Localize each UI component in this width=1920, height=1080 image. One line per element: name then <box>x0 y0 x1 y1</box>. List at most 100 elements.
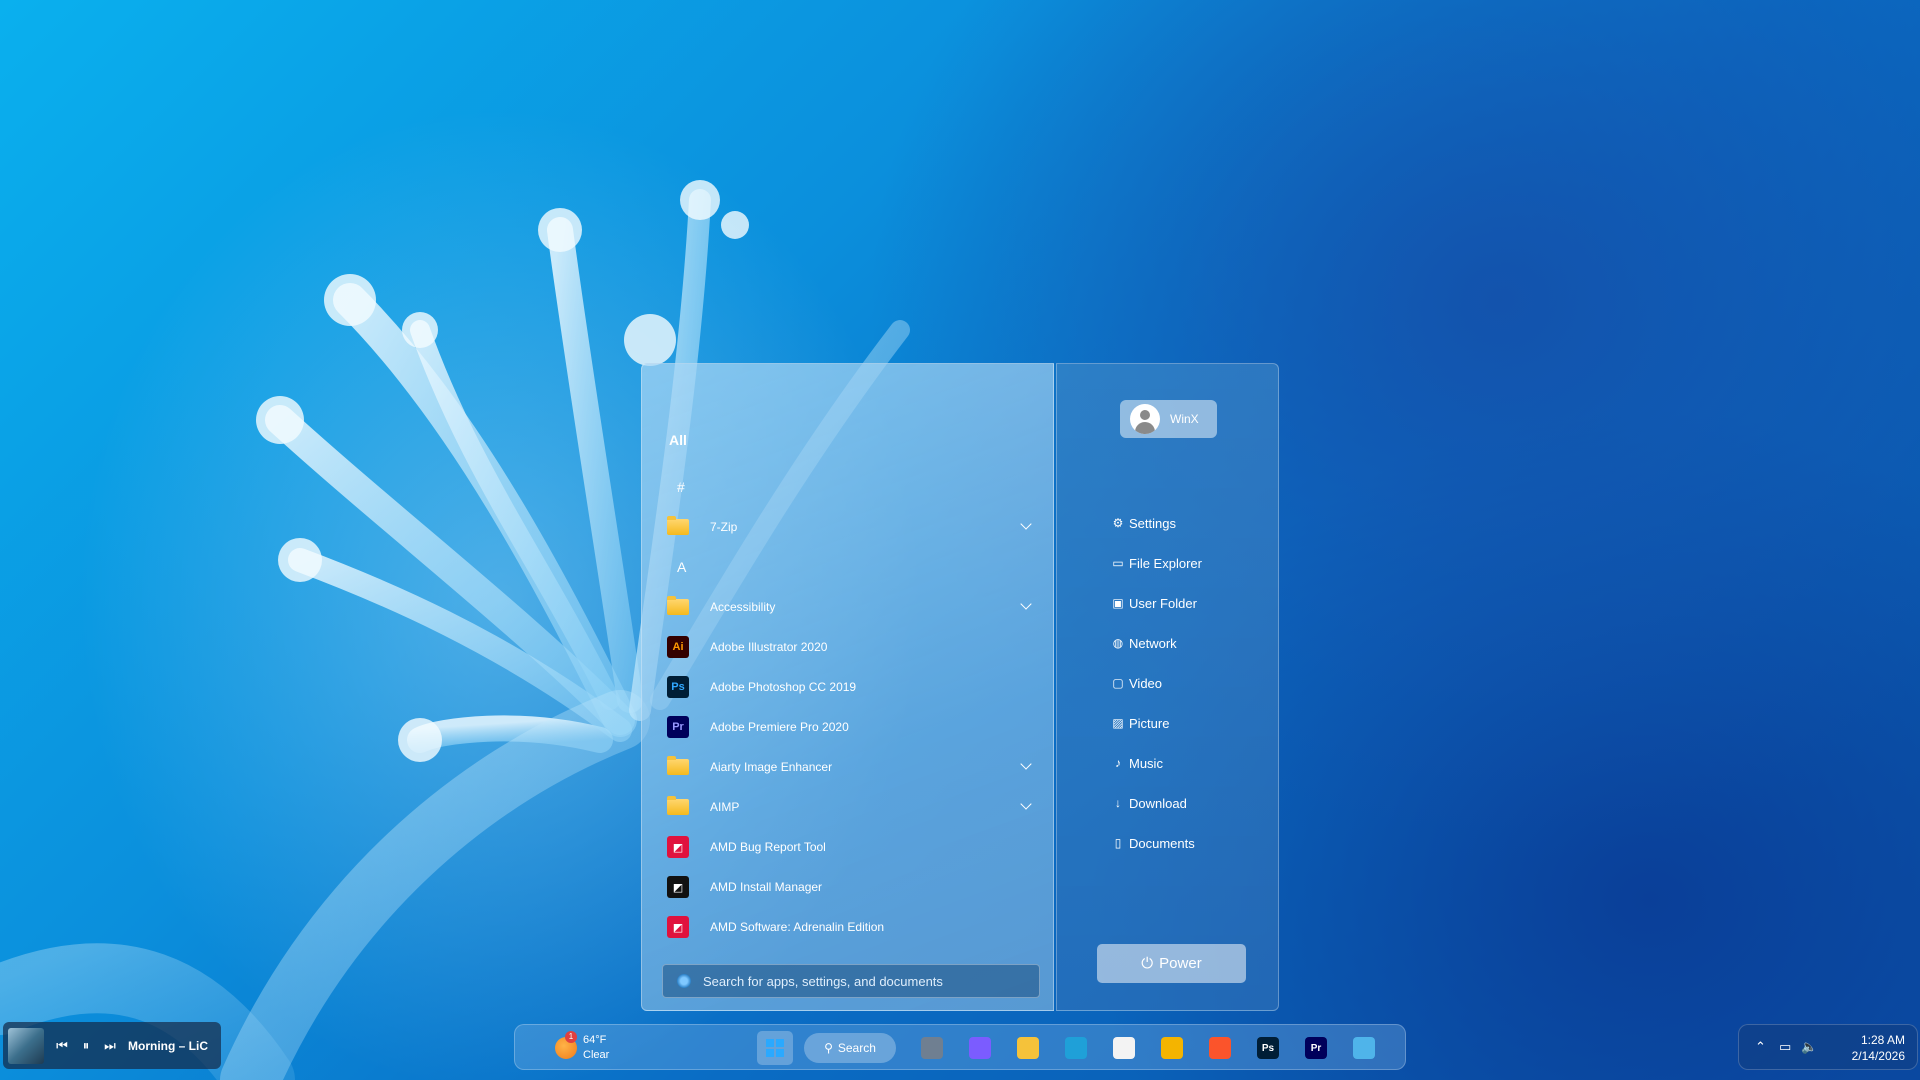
network-icon[interactable]: ▭ <box>1779 1039 1791 1055</box>
notepad-icon[interactable] <box>1353 1037 1375 1059</box>
app-list-item[interactable]: Pr Adobe Premiere Pro 2020 <box>660 707 1042 747</box>
music-icon: ♪ <box>1115 756 1121 770</box>
app-icon: Pr <box>667 716 689 738</box>
start-search-box[interactable] <box>662 964 1040 998</box>
folder-icon <box>667 596 689 618</box>
app-folder-item[interactable]: AIMP <box>660 787 1042 827</box>
user-folder-icon: ▣ <box>1112 596 1124 610</box>
folder-shape <box>667 596 689 615</box>
place-download[interactable]: ↓ Download <box>1111 792 1187 814</box>
clock-time: 1:28 AM <box>1860 1033 1905 1047</box>
file-explorer-icon[interactable] <box>1017 1037 1039 1059</box>
photoshop-icon[interactable]: Ps <box>1257 1037 1279 1059</box>
taskbar-search-button[interactable]: ⚲ Search <box>804 1033 896 1063</box>
copilot-icon[interactable] <box>969 1037 991 1059</box>
system-tray: ⌃ ▭ 🔈 1:28 AM 2/14/2026 <box>1738 1024 1918 1070</box>
clock-date: 2/14/2026 <box>1851 1049 1905 1063</box>
user-account-button[interactable]: WinX <box>1120 400 1217 438</box>
album-art <box>8 1027 44 1064</box>
app-label: Adobe Premiere Pro 2020 <box>710 720 849 734</box>
avatar-icon <box>1130 404 1160 434</box>
place-label: Network <box>1129 635 1177 651</box>
app-folder-item[interactable]: Aiarty Image Enhancer <box>660 747 1042 787</box>
app-label: AMD Install Manager <box>710 880 823 894</box>
app-list-item[interactable]: ◩ AMD Install Manager <box>660 867 1042 907</box>
app-list-item[interactable]: Ps Adobe Photoshop CC 2019 <box>660 667 1042 707</box>
app-list-item[interactable]: ◩ AMD Software: Adrenalin Edition <box>660 907 1042 947</box>
place-user-folder[interactable]: ▣ User Folder <box>1111 592 1197 614</box>
app-folder-item[interactable]: Accessibility <box>660 587 1042 627</box>
premiere-icon[interactable]: Pr <box>1305 1037 1327 1059</box>
app-icon: Ps <box>667 676 689 698</box>
video-icon: ▢ <box>1112 676 1124 690</box>
places-pane: WinX ⚙ Settings ▭ File Explorer ▣ User Folder… <box>1056 363 1279 1011</box>
pause-icon[interactable]: ⏸ <box>76 1038 96 1054</box>
all-apps-pane: All #7-Zip A Accessibility Ai Adobe Illustra… <box>641 363 1054 1011</box>
place-settings[interactable]: ⚙ Settings <box>1111 512 1176 534</box>
amd-icon: ◩ <box>667 836 689 858</box>
chrome-icon[interactable] <box>1161 1037 1183 1059</box>
start-button[interactable] <box>757 1031 793 1065</box>
taskbar: 1 64°F Clear ⚲ Search Ps Pr <box>514 1024 1406 1070</box>
place-label: File Explorer <box>1129 555 1202 571</box>
next-track-icon[interactable]: ⏭ <box>100 1038 120 1054</box>
app-folder-item[interactable]: 7-Zip <box>660 507 1042 547</box>
folder-shape <box>667 756 689 775</box>
media-title: Morning – LiC <box>128 1038 208 1053</box>
amd-icon: ◩ <box>667 876 689 898</box>
start-search-input[interactable] <box>701 972 1025 990</box>
network-icon: ◍ <box>1112 636 1124 650</box>
task-view-icon[interactable] <box>921 1037 943 1059</box>
windows-logo-icon <box>766 1039 784 1057</box>
search-icon: ⚲ <box>824 1041 833 1055</box>
place-label: Picture <box>1129 715 1170 731</box>
picture-icon: ▨ <box>1112 716 1124 730</box>
gear-icon: ⚙ <box>1112 516 1124 530</box>
chevron-down-icon[interactable] <box>1020 598 1032 610</box>
app-label: Accessibility <box>710 600 776 614</box>
app-label: Adobe Illustrator 2020 <box>710 640 828 654</box>
chevron-down-icon[interactable] <box>1020 758 1032 770</box>
app-list-item[interactable]: Ai Adobe Illustrator 2020 <box>660 627 1042 667</box>
letter-header[interactable]: # <box>660 467 1042 507</box>
weather-temp: 64°F <box>583 1034 607 1046</box>
place-label: Documents <box>1129 835 1195 851</box>
search-icon <box>677 974 691 988</box>
user-name: WinX <box>1170 412 1199 426</box>
letter-header[interactable]: A <box>660 547 1042 587</box>
place-label: User Folder <box>1129 595 1197 611</box>
edge-icon[interactable] <box>1065 1037 1087 1059</box>
app-list-item[interactable]: ◩ AMD Bug Report Tool <box>660 827 1042 867</box>
app-label: AMD Software: Adrenalin Edition <box>710 920 885 934</box>
power-icon: ⏻ <box>1141 955 1154 972</box>
power-button[interactable]: ⏻ Power <box>1097 944 1246 983</box>
weather-icon: 1 <box>555 1031 577 1059</box>
weather-badge: 1 <box>565 1031 577 1043</box>
chevron-up-icon[interactable]: ⌃ <box>1755 1039 1766 1055</box>
previous-track-icon[interactable]: ⏮ <box>52 1038 72 1054</box>
place-music[interactable]: ♪ Music <box>1111 752 1163 774</box>
place-network[interactable]: ◍ Network <box>1111 632 1177 654</box>
place-label: Settings <box>1129 515 1176 531</box>
folder-shape <box>667 796 689 815</box>
folder-icon <box>667 756 689 778</box>
media-player-widget[interactable]: ⏮ ⏸ ⏭ Morning – LiC <box>3 1022 221 1069</box>
place-video[interactable]: ▢ Video <box>1111 672 1162 694</box>
place-picture[interactable]: ▨ Picture <box>1111 712 1169 734</box>
brave-icon[interactable] <box>1209 1037 1231 1059</box>
place-documents[interactable]: ▯ Documents <box>1111 832 1195 854</box>
chevron-down-icon[interactable] <box>1020 798 1032 810</box>
place-label: Video <box>1129 675 1163 691</box>
power-label: Power <box>1159 955 1202 972</box>
app-icon: Ai <box>667 636 689 658</box>
place-label: Download <box>1129 795 1187 811</box>
microsoft-store-icon[interactable] <box>1113 1037 1135 1059</box>
volume-icon[interactable]: 🔈 <box>1801 1039 1817 1055</box>
clock[interactable]: 1:28 AM 2/14/2026 <box>1852 1032 1905 1064</box>
weather-widget[interactable]: 1 64°F Clear <box>555 1031 609 1063</box>
document-icon: ▯ <box>1114 836 1122 850</box>
taskbar-search-label: Search <box>837 1041 876 1055</box>
place-file-explorer[interactable]: ▭ File Explorer <box>1111 552 1202 574</box>
folder-icon: ▭ <box>1112 556 1124 570</box>
chevron-down-icon[interactable] <box>1020 518 1032 530</box>
